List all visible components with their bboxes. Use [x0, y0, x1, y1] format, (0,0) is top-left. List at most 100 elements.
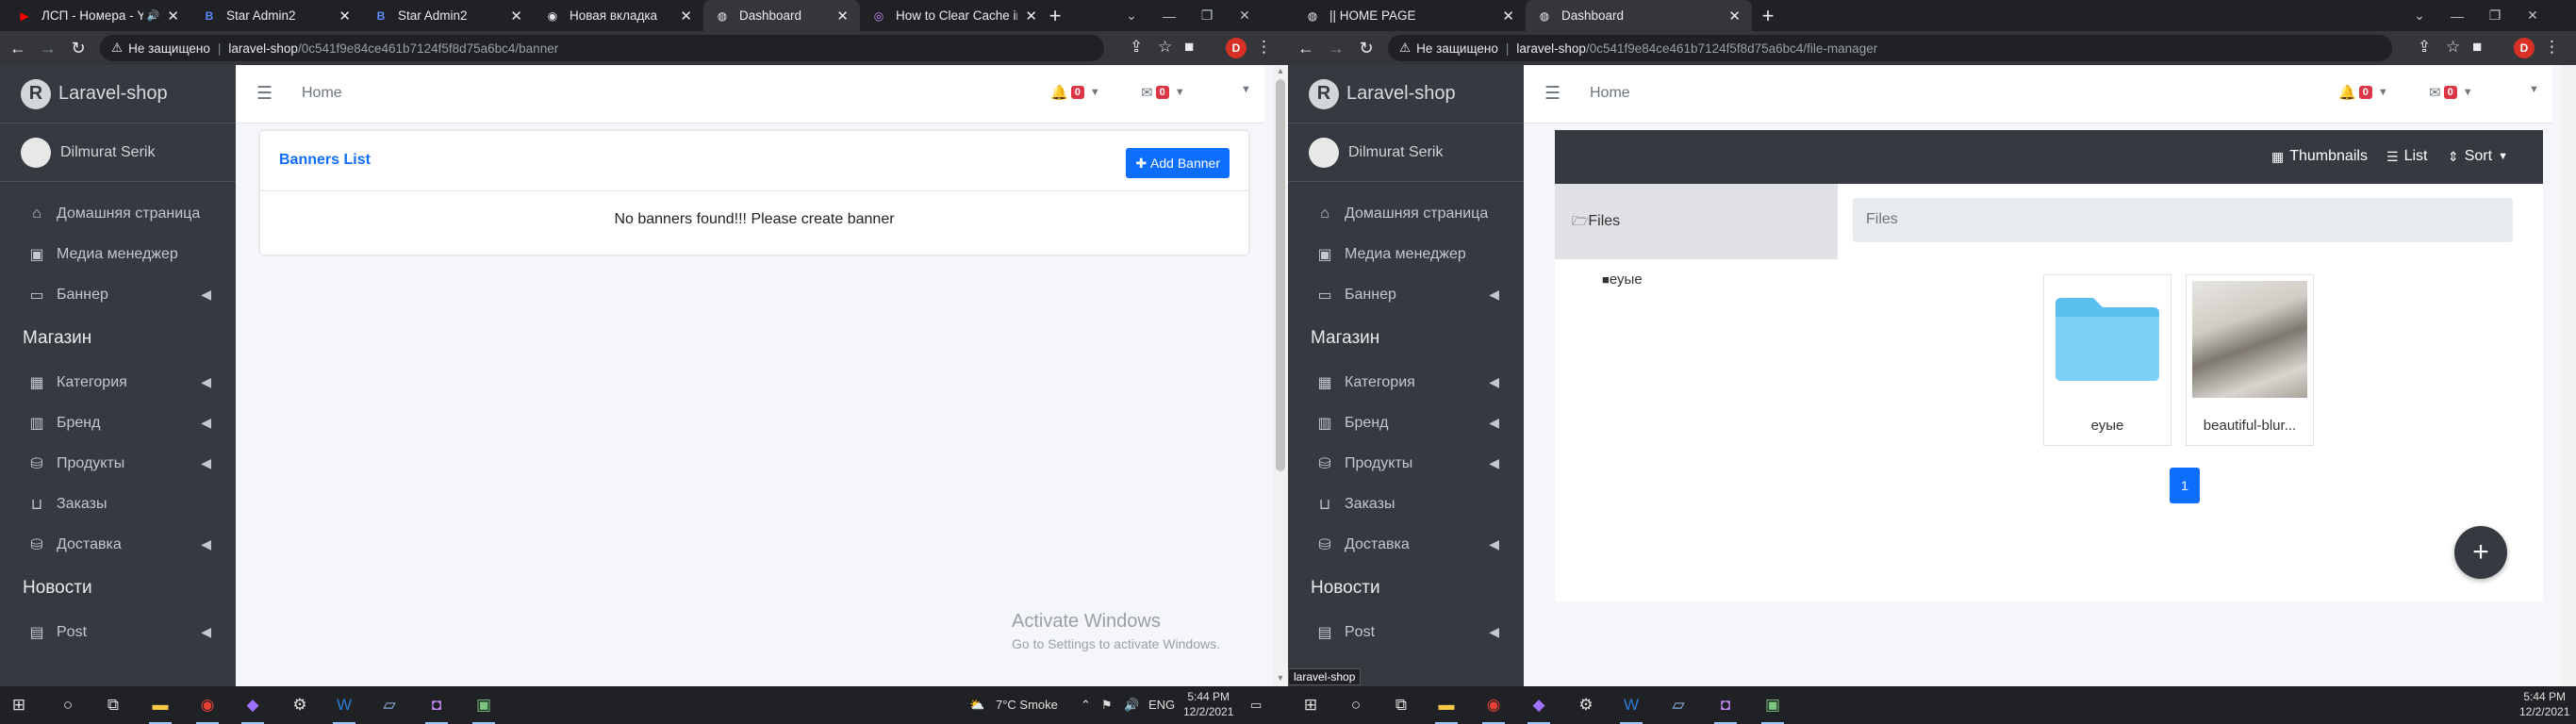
user-panel[interactable]: Dilmurat Serik	[1288, 123, 1524, 182]
close-window-button[interactable]: ✕	[2514, 0, 2551, 31]
minimize-button[interactable]: —	[2438, 0, 2476, 31]
tab-home-page[interactable]: ◍ || HOME PAGE ✕	[1294, 0, 1526, 31]
scroll-down-icon[interactable]: ▼	[1273, 673, 1288, 683]
sidebar-item-brand[interactable]: ▥ Бренд ◀	[0, 403, 236, 443]
settings-gear-icon[interactable]: ⚙	[1567, 686, 1605, 724]
restore-button[interactable]: ❐	[2476, 0, 2514, 31]
sidebar-item-category[interactable]: ▦ Категория ◀	[0, 362, 236, 403]
network-icon[interactable]: ⚑	[1101, 698, 1113, 713]
home-link[interactable]: Home	[302, 85, 342, 102]
url-field[interactable]: ⚠ Не защищено | laravel-shop /0c541f9e84…	[100, 35, 1104, 61]
user-dropdown[interactable]: ▼	[2523, 84, 2539, 95]
file-tile-image[interactable]: beautiful-blur...	[2186, 274, 2314, 446]
sidebar-item-orders[interactable]: ⊔ Заказы	[0, 484, 236, 524]
weather-icon[interactable]: ⛅	[969, 698, 984, 713]
profile-avatar[interactable]: D	[1226, 38, 1247, 58]
star-icon[interactable]: ☆	[2446, 38, 2460, 57]
language-indicator[interactable]: ENG	[1148, 698, 1175, 712]
sidebar-item-home[interactable]: ⌂ Домашняя страница	[1288, 193, 1524, 234]
file-explorer-icon[interactable]: ▬	[141, 686, 179, 724]
close-window-button[interactable]: ✕	[1226, 0, 1263, 31]
folder-tree-header[interactable]: 🗁Files	[1555, 184, 1838, 259]
forward-icon[interactable]: →	[36, 36, 60, 60]
notifications-dropdown[interactable]: 🔔 0 ▼	[1050, 84, 1100, 101]
close-icon[interactable]: ✕	[339, 8, 351, 25]
home-link[interactable]: Home	[1590, 85, 1630, 102]
clock[interactable]: 5:44 PM 12/2/2021	[2519, 689, 2569, 719]
back-icon[interactable]: ←	[6, 36, 30, 60]
user-dropdown[interactable]: ▼	[1235, 84, 1251, 95]
weather-text[interactable]: 7°C Smoke	[996, 698, 1058, 712]
sidebar-item-media[interactable]: ▣ Медиа менеджер	[0, 234, 236, 274]
close-icon[interactable]: ✕	[1502, 8, 1514, 25]
sidebar-item-products[interactable]: ⛁ Продукты ◀	[1288, 443, 1524, 484]
tab-star-admin2-1[interactable]: B Star Admin2 ✕	[190, 0, 362, 31]
close-icon[interactable]: ✕	[680, 8, 692, 25]
close-icon[interactable]: ✕	[510, 8, 522, 25]
volume-icon[interactable]: 🔊	[1124, 698, 1139, 713]
app-icon[interactable]: ▱	[371, 686, 408, 724]
scrollbar[interactable]	[2561, 65, 2576, 686]
sort-dropdown[interactable]: ⇕ Sort ▼	[2448, 148, 2508, 165]
task-view-icon[interactable]: ⧉	[1382, 686, 1420, 724]
sidebar-item-banner[interactable]: ▭ Баннер ◀	[1288, 274, 1524, 315]
notifications-icon[interactable]: ▭	[1250, 698, 1262, 713]
thumbnails-view-button[interactable]: ▦ Thumbnails	[2271, 148, 2368, 165]
new-tab-button[interactable]: +	[1754, 0, 1782, 31]
user-panel[interactable]: Dilmurat Serik	[0, 123, 236, 182]
notifications-dropdown[interactable]: 🔔 0 ▼	[2338, 84, 2388, 101]
files-root[interactable]: 🗁Files	[1572, 211, 1620, 234]
sidebar-item-home[interactable]: ⌂ Домашняя страница	[0, 193, 236, 234]
profile-avatar[interactable]: D	[2514, 38, 2535, 58]
share-icon[interactable]: ⇪	[2418, 38, 2431, 57]
chrome-icon[interactable]: ◉	[189, 686, 226, 724]
chrome-icon[interactable]: ◉	[1475, 686, 1512, 724]
visual-studio-icon[interactable]: ◆	[234, 686, 272, 724]
settings-gear-icon[interactable]: ⚙	[281, 686, 319, 724]
hamburger-icon[interactable]: ☰	[1544, 83, 1560, 105]
tab-dashboard[interactable]: ◍ Dashboard ✕	[703, 0, 860, 31]
tab-dashboard[interactable]: ◍ Dashboard ✕	[1526, 0, 1752, 31]
reload-icon[interactable]: ↻	[1354, 36, 1379, 60]
brand-link[interactable]: R Laravel-shop	[1288, 65, 1524, 123]
terminal-icon[interactable]: ▣	[1754, 686, 1792, 724]
sidebar-item-post[interactable]: ▤ Post ◀	[1288, 612, 1524, 652]
close-icon[interactable]: ✕	[1025, 8, 1037, 25]
sidebar-item-post[interactable]: ▤ Post ◀	[0, 612, 236, 652]
tab-search-icon[interactable]: ⌄	[2401, 0, 2438, 31]
chevron-up-icon[interactable]: ⌃	[1081, 698, 1091, 713]
file-tile-folder[interactable]: еуые	[2043, 274, 2171, 446]
sidebar-item-brand[interactable]: ▥ Бренд ◀	[1288, 403, 1524, 443]
windows-start-icon[interactable]: ⊞	[1292, 686, 1329, 724]
search-icon[interactable]: ○	[49, 686, 87, 724]
scroll-up-icon[interactable]: ▲	[1273, 66, 1288, 75]
add-banner-button[interactable]: ✚ Add Banner	[1126, 148, 1230, 178]
new-tab-button[interactable]: +	[1041, 0, 1069, 31]
reload-icon[interactable]: ↻	[66, 36, 91, 60]
star-icon[interactable]: ☆	[1158, 38, 1172, 57]
back-icon[interactable]: ←	[1294, 36, 1318, 60]
share-icon[interactable]: ⇪	[1130, 38, 1143, 57]
sidebar-item-media[interactable]: ▣ Медиа менеджер	[1288, 234, 1524, 274]
visual-studio-icon[interactable]: ◆	[1520, 686, 1558, 724]
file-explorer-icon[interactable]: ▬	[1428, 686, 1465, 724]
add-fab-button[interactable]: +	[2454, 526, 2507, 579]
close-icon[interactable]: ✕	[167, 8, 179, 25]
restore-button[interactable]: ❐	[1188, 0, 1226, 31]
sidebar-item-orders[interactable]: ⊔ Заказы	[1288, 484, 1524, 524]
sidebar-item-category[interactable]: ▦ Категория ◀	[1288, 362, 1524, 403]
kebab-menu-icon[interactable]: ⋮	[1256, 38, 1272, 57]
messages-dropdown[interactable]: ✉ 0 ▼	[2429, 84, 2473, 101]
tab-new-tab[interactable]: ◉ Новая вкладка ✕	[534, 0, 703, 31]
clock[interactable]: 5:44 PM 12/2/2021	[1183, 689, 1233, 719]
messages-dropdown[interactable]: ✉ 0 ▼	[1141, 84, 1185, 101]
windows-start-icon[interactable]: ⊞	[0, 686, 38, 724]
app-icon[interactable]: ▱	[1660, 686, 1697, 724]
tab-clear-cache[interactable]: ◎ How to Clear Cache in ✕	[860, 0, 1049, 31]
phpstorm-icon[interactable]: ◘	[1707, 686, 1744, 724]
search-icon[interactable]: ○	[1337, 686, 1375, 724]
tab-star-admin2-2[interactable]: B Star Admin2 ✕	[362, 0, 534, 31]
sidebar-item-products[interactable]: ⛁ Продукты ◀	[0, 443, 236, 484]
phpstorm-icon[interactable]: ◘	[418, 686, 455, 724]
sidebar-item-delivery[interactable]: ⛁ Доставка ◀	[1288, 524, 1524, 565]
